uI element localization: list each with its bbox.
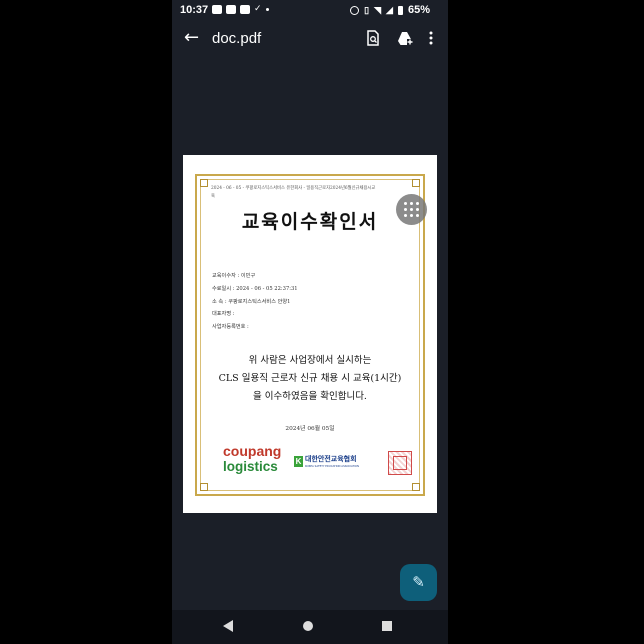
nav-back-icon[interactable]: [223, 620, 233, 632]
app-icon: [212, 5, 222, 14]
youtube-icon: [226, 5, 236, 14]
ksa-english-name: KOREA SAFETY EDUCATION ASSOCIATION: [305, 465, 359, 468]
ksa-logo: K 대한안전교육협회 KOREA SAFETY EDUCATION ASSOCI…: [294, 454, 359, 468]
nav-recents-icon[interactable]: [382, 621, 392, 631]
certificate-fields: 교육이수자 : 이민구 수료일시 : 2024 - 06 - 05 22:37:…: [212, 270, 298, 334]
certificate-body: 위 사람은 사업장에서 실시하는 CLS 일용직 근로자 신규 채용 시 교육(…: [197, 352, 423, 406]
nav-home-icon[interactable]: [303, 621, 313, 631]
signal-icon: ◢: [386, 4, 393, 15]
search-page-icon[interactable]: [366, 30, 380, 46]
coupang-logo-line1: coupang: [223, 443, 282, 459]
document-title: doc.pdf: [212, 30, 262, 47]
frame-corner: [200, 179, 208, 187]
more-vert-icon[interactable]: [428, 30, 434, 46]
field-affiliation: 소 속 : 쿠팡로지스틱스서비스 안양1: [212, 298, 291, 305]
status-time: 10:37: [180, 4, 209, 16]
youtube-icon: [240, 5, 250, 14]
vibrate-icon: ▯: [364, 4, 370, 15]
coupang-logistics-logo: coupang logistics: [223, 443, 282, 475]
grid-dots-icon[interactable]: [396, 194, 427, 225]
status-bar: 10:37 ✓ ▯ ◥ ◢ 65%: [172, 0, 448, 22]
battery-percent: 65%: [407, 4, 430, 16]
certificate-header-line: 2024 - 06 - 05 - 쿠팡로지스틱스서비스 유한회사 - 일용직근로…: [211, 186, 376, 191]
body-line: CLS 일용직 근로자 신규 채용 시 교육(1시간): [218, 373, 402, 384]
battery-icon: [397, 5, 403, 15]
navigation-bar: [172, 610, 448, 644]
certificate-title: 교육이수확인서: [241, 211, 379, 233]
field-completion-time: 수료일시 : 2024 - 06 - 05 22:37:31: [212, 285, 298, 292]
field-representative: 대표자명 :: [212, 311, 235, 318]
system-icons: ▯ ◥ ◢ 65%: [350, 4, 430, 16]
edit-pen-icon[interactable]: ✎: [400, 564, 437, 601]
notification-icons: ✓: [212, 5, 269, 14]
alarm-icon: [350, 5, 360, 15]
body-line: 위 사람은 사업장에서 실시하는: [248, 355, 372, 366]
body-line: 을 이수하였음을 확인합니다.: [253, 391, 367, 402]
ksa-mark: K: [294, 455, 303, 467]
wifi-icon: ◥: [374, 4, 382, 15]
frame-corner: [412, 179, 420, 187]
ksa-name: 대한안전교육협회: [305, 455, 357, 463]
certificate-frame: 2024 - 06 - 05 - 쿠팡로지스틱스서비스 유한회사 - 일용직근로…: [195, 174, 425, 496]
frame-corner: [200, 483, 208, 491]
field-trainee: 교육이수자 : 이민구: [212, 273, 256, 279]
field-business-number: 사업자등록번호 :: [212, 324, 249, 331]
official-seal: [388, 451, 412, 475]
back-arrow-icon[interactable]: ←: [184, 28, 199, 48]
check-icon: ✓: [254, 4, 262, 14]
app-bar: ← doc.pdf: [172, 22, 448, 56]
dot-icon: [265, 8, 269, 11]
frame-corner: [412, 483, 420, 491]
coupang-logo-line2: logistics: [223, 459, 278, 474]
certificate-header-line-2: 육: [211, 194, 215, 199]
issue-date: 2024년 06월 05일: [285, 426, 335, 432]
phone-screen: 10:37 ✓ ▯ ◥ ◢ 65% ← doc.pdf 2024 - 06 - …: [172, 0, 448, 644]
drive-add-icon[interactable]: [397, 30, 413, 46]
